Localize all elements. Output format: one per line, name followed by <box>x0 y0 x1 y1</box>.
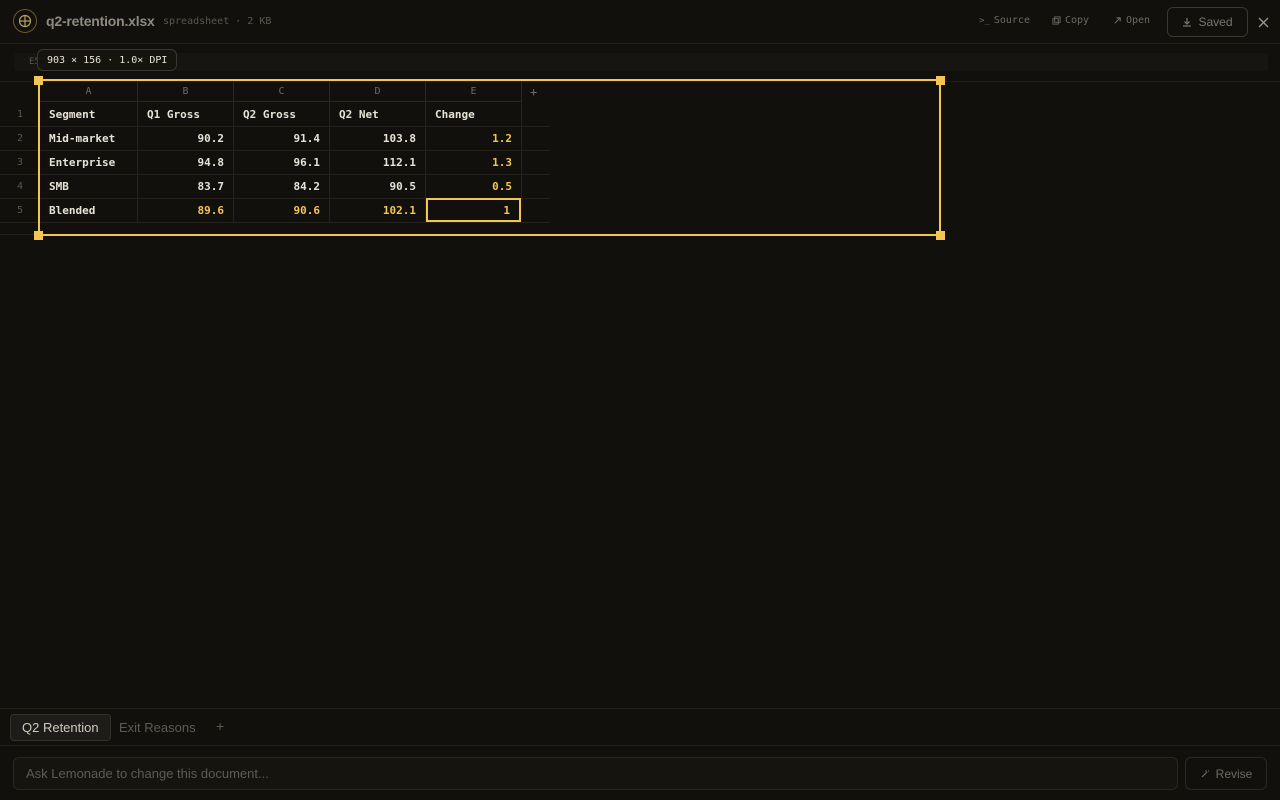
tab-q2-retention[interactable]: Q2 Retention <box>10 714 111 741</box>
open-button[interactable]: Open <box>1113 15 1150 26</box>
column-header-d[interactable]: D <box>330 82 426 102</box>
cell-d3[interactable]: 112.1 <box>330 150 426 174</box>
capture-dimensions-label: 903 × 156 · 1.0× DPI <box>37 49 178 71</box>
app-header: q2-retention.xlsx spreadsheet · 2 KB >_ … <box>0 0 1280 44</box>
add-column-button[interactable]: + <box>530 85 537 99</box>
formula-bar[interactable] <box>14 53 1268 71</box>
row-number[interactable]: 4 <box>0 174 40 198</box>
cell-e1[interactable]: Change <box>426 102 522 126</box>
cell-a1[interactable]: Segment <box>40 102 138 126</box>
cell-a3[interactable]: Enterprise <box>40 150 138 174</box>
source-button[interactable]: >_ Source <box>979 15 1030 26</box>
resize-handle-top-left[interactable] <box>34 76 43 85</box>
saved-button[interactable]: Saved <box>1167 7 1248 37</box>
cell-e4[interactable]: 0.5 <box>426 174 522 198</box>
close-icon <box>1258 17 1268 27</box>
tab-exit-reasons[interactable]: Exit Reasons <box>108 714 207 741</box>
app-logo-icon <box>13 9 37 33</box>
cell-d4[interactable]: 90.5 <box>330 174 426 198</box>
document-meta: spreadsheet · 2 KB <box>163 16 272 27</box>
cell-d1[interactable]: Q2 Net <box>330 102 426 126</box>
terminal-icon: >_ <box>979 15 990 26</box>
add-sheet-button[interactable]: + <box>216 718 224 734</box>
cell-c5[interactable]: 90.6 <box>234 198 330 222</box>
cell-b4[interactable]: 83.7 <box>138 174 234 198</box>
external-link-icon <box>1114 17 1121 24</box>
close-button[interactable] <box>1254 13 1272 31</box>
cell-c1[interactable]: Q2 Gross <box>234 102 330 126</box>
prompt-input[interactable] <box>26 766 1165 781</box>
prompt-box[interactable] <box>13 757 1178 790</box>
sparkle-icon <box>1201 769 1209 777</box>
column-header-a[interactable]: A <box>40 82 138 102</box>
column-header-c[interactable]: C <box>234 82 330 102</box>
column-header-b[interactable]: B <box>138 82 234 102</box>
resize-handle-top-right[interactable] <box>936 76 945 85</box>
row-divider <box>0 234 550 235</box>
cell-a4[interactable]: SMB <box>40 174 138 198</box>
cell-b3[interactable]: 94.8 <box>138 150 234 174</box>
cell-b1[interactable]: Q1 Gross <box>138 102 234 126</box>
cell-c4[interactable]: 84.2 <box>234 174 330 198</box>
cell-d2[interactable]: 103.8 <box>330 126 426 150</box>
cell-e2[interactable]: 1.2 <box>426 126 522 150</box>
row-divider <box>0 222 550 223</box>
cell-a5[interactable]: Blended <box>40 198 138 222</box>
document-title: q2-retention.xlsx <box>46 13 155 29</box>
copy-button[interactable]: Copy <box>1052 15 1089 26</box>
cell-c3[interactable]: 96.1 <box>234 150 330 174</box>
resize-handle-bottom-left[interactable] <box>34 231 43 240</box>
cell-b5[interactable]: 89.6 <box>138 198 234 222</box>
resize-handle-bottom-right[interactable] <box>936 231 945 240</box>
column-header-e[interactable]: E <box>426 82 522 102</box>
row-number[interactable]: 1 <box>0 102 40 126</box>
cell-b2[interactable]: 90.2 <box>138 126 234 150</box>
row-number[interactable]: 5 <box>0 198 40 222</box>
revise-button[interactable]: Revise <box>1185 757 1267 790</box>
cell-a2[interactable]: Mid-market <box>40 126 138 150</box>
cell-e3[interactable]: 1.3 <box>426 150 522 174</box>
cell-d5[interactable]: 102.1 <box>330 198 426 222</box>
row-number[interactable]: 3 <box>0 150 40 174</box>
row-number[interactable]: 2 <box>0 126 40 150</box>
download-icon <box>1183 18 1192 27</box>
cell-e5-selected[interactable]: 1 <box>426 198 521 222</box>
cell-c2[interactable]: 91.4 <box>234 126 330 150</box>
copy-icon <box>1052 16 1061 25</box>
